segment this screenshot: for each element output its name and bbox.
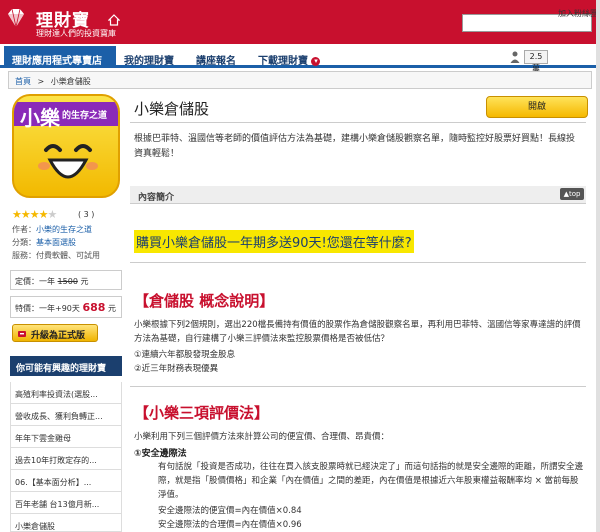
service-label: 服務： xyxy=(12,251,36,260)
download-arrow-icon: ▾ xyxy=(311,56,321,66)
app-icon-tagline: 的生存之道 xyxy=(62,111,108,121)
divider xyxy=(130,262,586,263)
service-value: 付費軟體、可試用 xyxy=(36,251,100,260)
breadcrumb-home[interactable]: 首頁 xyxy=(15,77,31,86)
regular-price-box: 定價：一年 1500 元 xyxy=(10,270,122,290)
author-label: 作者： xyxy=(12,225,36,234)
recommend-item[interactable]: 過去10年打敗定存的... xyxy=(10,448,122,470)
back-to-top-button[interactable]: ▲top xyxy=(560,188,584,200)
cart-icon xyxy=(18,331,26,337)
breadcrumb: 首頁 > 小樂倉儲股 xyxy=(8,71,592,89)
nav-tab-download[interactable]: 下載理財寶 ▾ xyxy=(258,52,321,67)
regular-price-label: 定價：一年 xyxy=(15,277,55,286)
formula-line: 安全邊際法的合理價=內在價值×0.96 xyxy=(158,520,302,530)
upgrade-button[interactable]: 升級為正式版 xyxy=(12,324,98,342)
scrollbar-track[interactable] xyxy=(596,0,600,532)
upgrade-label: 升級為正式版 xyxy=(31,331,86,341)
method-description: 有句話說「投資是否成功，往往在買入該支股票時就已經決定了」而這句話指的就是安全邊… xyxy=(158,462,584,500)
formula-line: 安全邊際法的便宜價=內在價值×0.84 xyxy=(158,506,302,516)
recommend-heading: 你可能有興趣的理財寶 xyxy=(10,356,122,376)
nav-download-label: 下載理財寶 xyxy=(258,56,308,67)
regular-price-value: 1500 xyxy=(57,277,78,286)
app-description: 根據巴菲特、溫國信等老師的價值評估方法為基礎，建構小樂倉儲股觀察名單，隨時監控好… xyxy=(134,134,576,159)
open-button[interactable]: 開啟 xyxy=(486,96,588,118)
section-title: 內容簡介 xyxy=(138,193,175,203)
author-row: 作者：小樂的生存之道 xyxy=(12,224,92,235)
nav-tab-app-store[interactable]: 理財應用程式專賣店 xyxy=(4,46,116,68)
section-bar: 內容簡介 xyxy=(130,186,586,204)
breadcrumb-current: 小樂倉儲股 xyxy=(50,77,91,86)
rating-stars: ★★★★★ xyxy=(12,208,57,221)
category-row: 分類：基本面選股 xyxy=(12,237,76,248)
page-title: 小樂倉儲股 xyxy=(134,100,210,118)
section-heading-method: 【小樂三項評價法】 xyxy=(134,404,270,422)
person-icon xyxy=(510,51,520,63)
recommend-item[interactable]: 06.【基本面分析】... xyxy=(10,470,122,492)
diamond-logo-icon[interactable] xyxy=(4,6,28,30)
recommend-item[interactable]: 營收成長、獲利負轉正... xyxy=(10,404,122,426)
special-price-label: 特價：一年+90天 xyxy=(15,304,80,313)
join-fan-link[interactable]: 加入粉絲團 xyxy=(558,8,598,19)
recommend-item[interactable]: 小樂倉儲股 xyxy=(10,514,122,532)
home-icon[interactable] xyxy=(108,14,120,26)
section-heading-concept: 【倉儲股 概念說明】 xyxy=(134,292,275,310)
concept-paragraph: 小樂根據下列2個規則，選出220檔長備持有價值的股票作為倉儲股觀察名單，再利用巴… xyxy=(134,320,581,344)
category-link[interactable]: 基本面選股 xyxy=(36,238,76,247)
app-icon: 小樂 的生存之道 xyxy=(12,94,120,198)
nav-tab-seminar[interactable]: 講座報名 xyxy=(196,52,236,67)
regular-price-unit: 元 xyxy=(80,277,89,286)
nav-tab-my-treasure[interactable]: 我的理財寶 xyxy=(124,52,174,67)
top-header: 理財寶 理財達人們的投資寶庫 xyxy=(0,0,600,44)
app-icon-brand: 小樂 xyxy=(20,106,60,130)
method-paragraph: 小樂利用下列三個評價方法來計算公司的便宜價、合理價、昂貴價： xyxy=(134,432,390,442)
fan-count-badge: 2.5 萬 xyxy=(524,50,548,73)
recommend-item[interactable]: 高殖利率投資法(選股... xyxy=(10,382,122,404)
rating-count: ( 3 ) xyxy=(78,210,95,219)
rule-item: ①連續六年都股發現金股息 xyxy=(134,350,236,360)
recommend-item[interactable]: 年年下雲金雞母 xyxy=(10,426,122,448)
service-row: 服務：付費軟體、可試用 xyxy=(12,250,100,261)
rule-item: ②近三年財務表現優異 xyxy=(134,364,219,374)
special-price-unit: 元 xyxy=(107,304,116,313)
recommend-item[interactable]: 百年老舗 台13億月新... xyxy=(10,492,122,514)
special-price-box: 特價：一年+90天 688 元 xyxy=(10,296,122,318)
divider xyxy=(130,122,586,123)
method-title: ①安全邊際法 xyxy=(134,449,187,459)
special-price-value: 688 xyxy=(82,301,106,314)
divider xyxy=(130,386,586,387)
author-link[interactable]: 小樂的生存之道 xyxy=(36,225,92,234)
site-slogan: 理財達人們的投資寶庫 xyxy=(36,29,116,38)
breadcrumb-separator: > xyxy=(37,77,45,86)
promo-banner: 購買小樂倉儲股一年期多送90天!您還在等什麼? xyxy=(134,230,414,253)
smiley-face-icon xyxy=(38,144,98,179)
category-label: 分類： xyxy=(12,238,36,247)
